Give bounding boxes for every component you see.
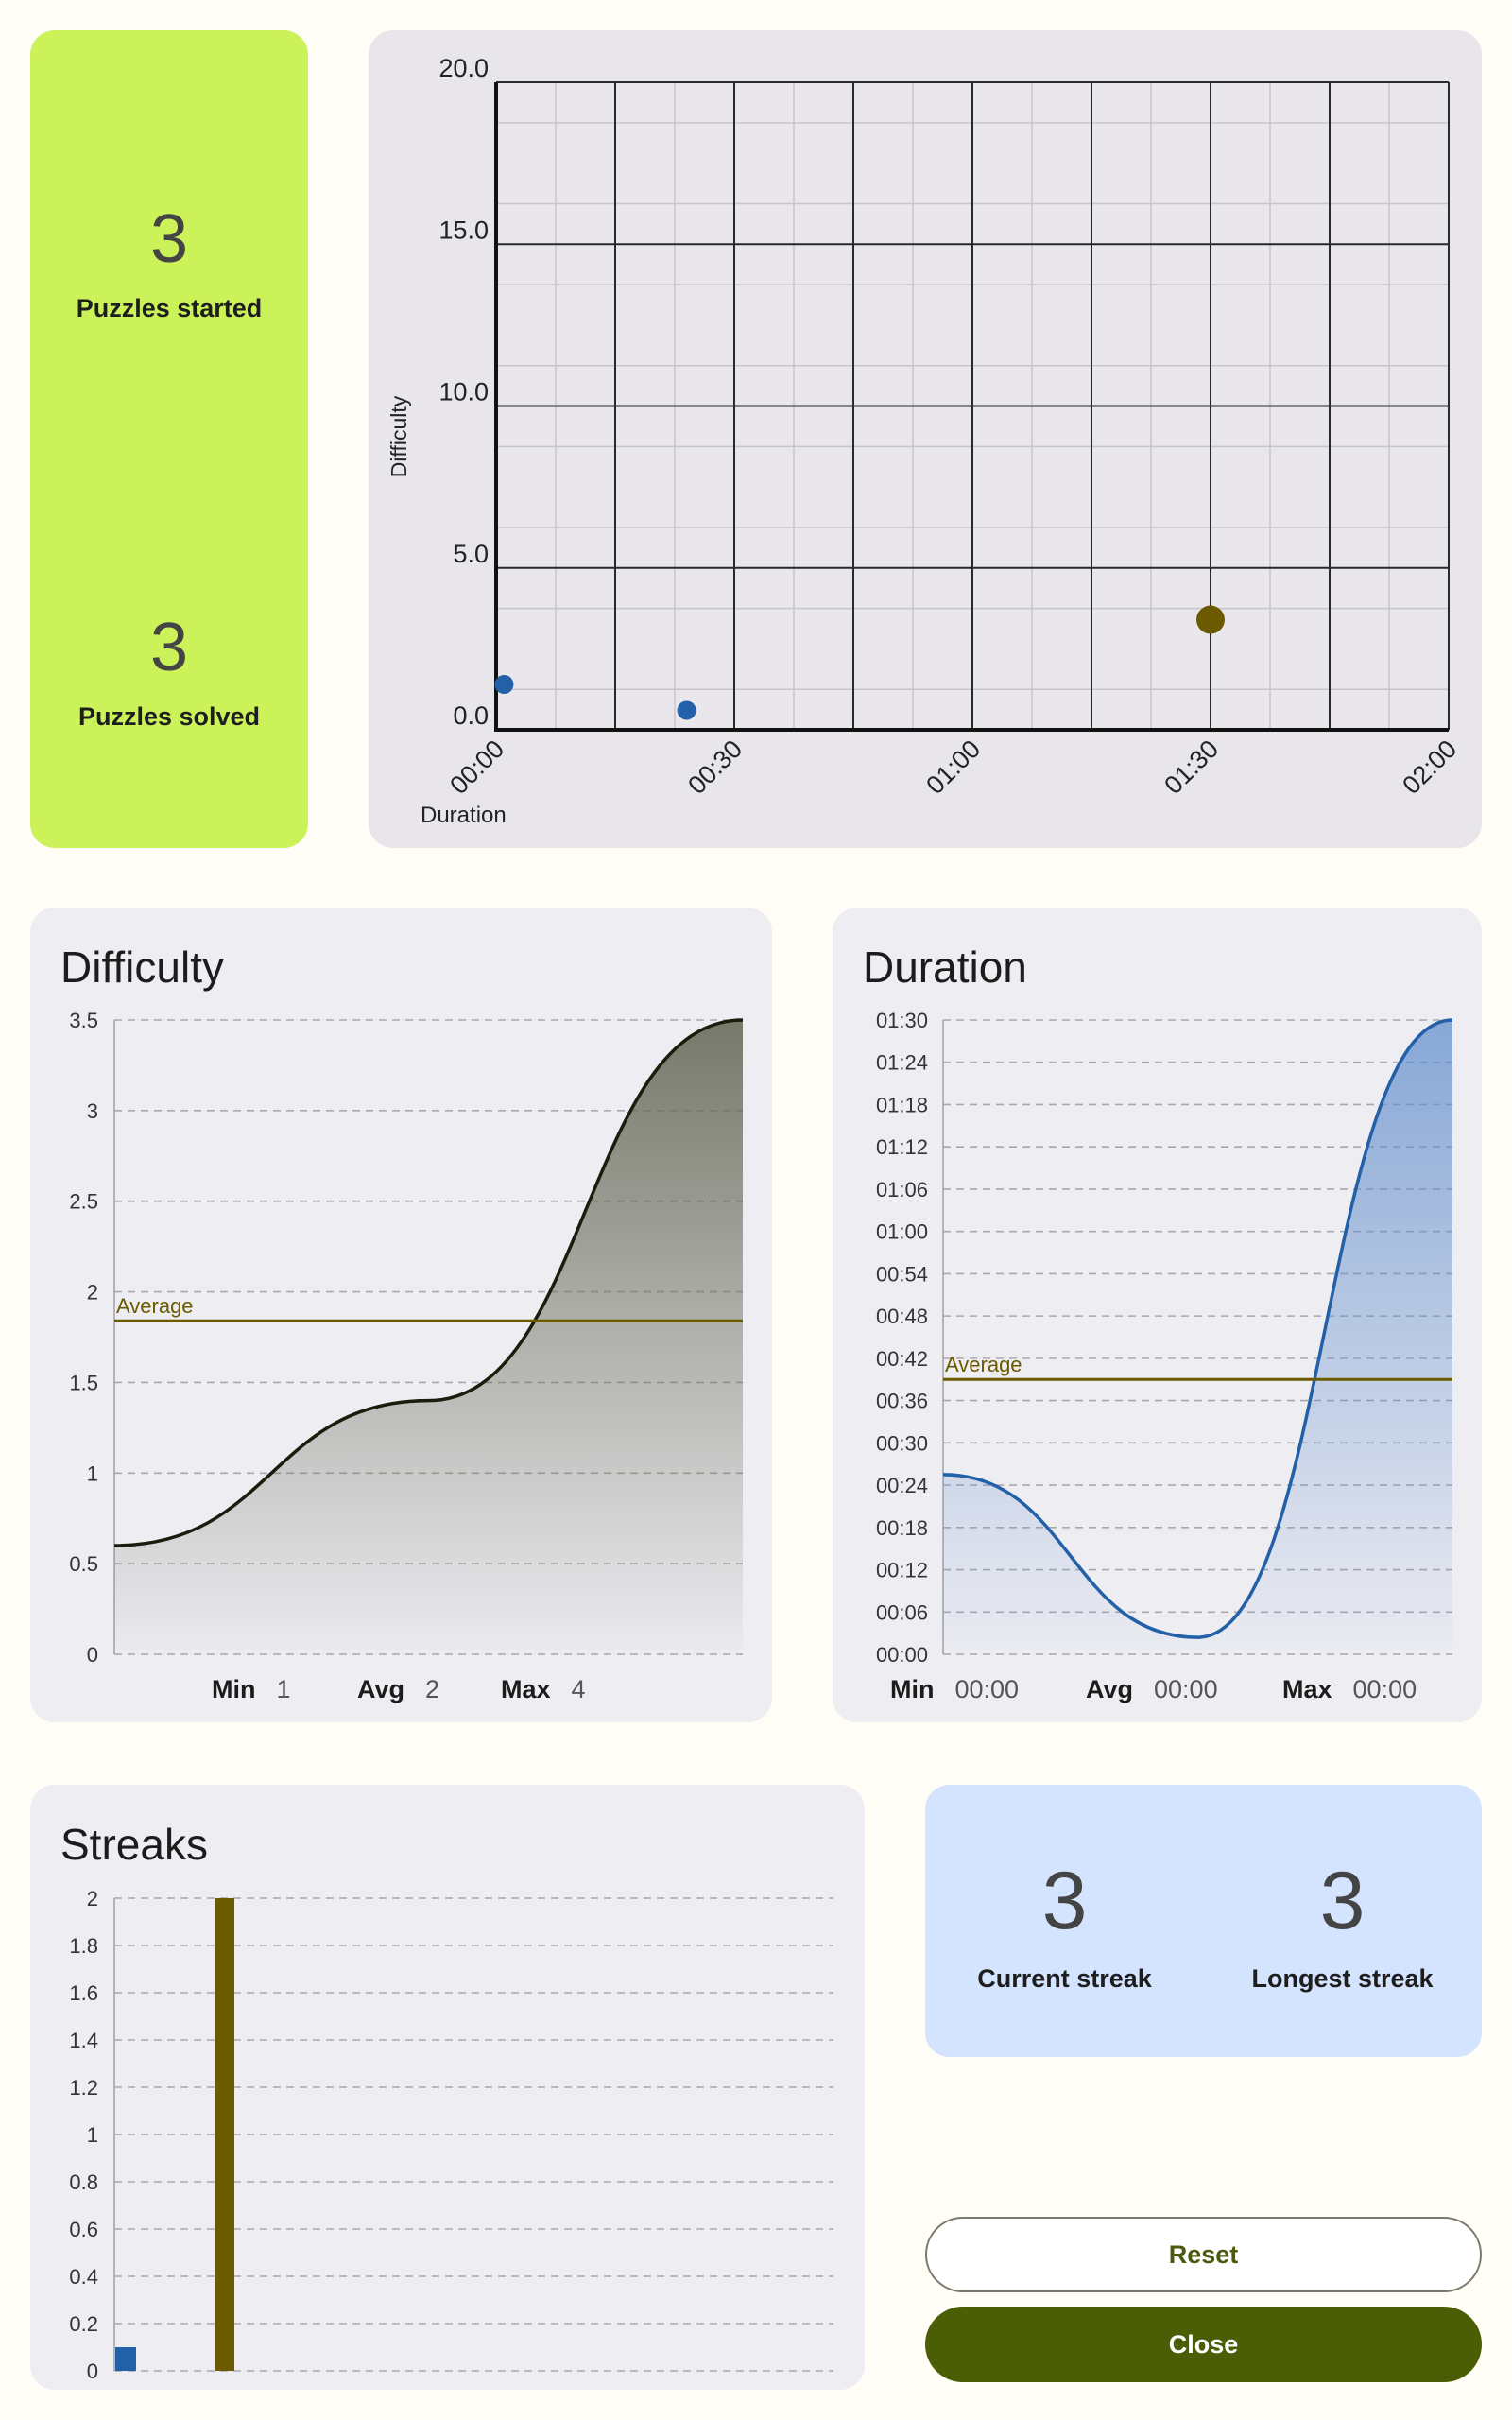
y-tick-label: 2	[87, 1281, 98, 1305]
close-button[interactable]: Close	[925, 2307, 1482, 2382]
x-tick-label: 02:00	[1397, 735, 1462, 800]
y-tick-label: 3	[87, 1099, 98, 1123]
streaks-card: Streaks 0 0.2 0.4 0.6 0.8 1 1.2 1.4 1.6 1.8 2	[30, 1785, 865, 2390]
y-tick-label: 00:54	[876, 1262, 928, 1286]
puzzles-started-value: 3	[149, 201, 189, 277]
duration-avg-value: 00:00	[1154, 1675, 1218, 1703]
y-tick-label: 1	[87, 1461, 98, 1485]
y-tick-label: 15.0	[438, 216, 489, 244]
y-tick-label: 00:18	[876, 1516, 928, 1540]
difficulty-max-value: 4	[571, 1675, 586, 1703]
difficulty-avg-value: 2	[425, 1675, 440, 1703]
y-tick-label: 0.8	[69, 2170, 98, 2194]
puzzles-started-stat: 3 Puzzles started	[30, 205, 308, 323]
puzzles-solved-label: Puzzles solved	[77, 702, 261, 731]
difficulty-stats: Min 1 Avg 2 Max 4	[212, 1675, 586, 1704]
reset-button[interactable]: Reset	[925, 2217, 1482, 2292]
streak-bar	[215, 1898, 234, 2371]
puzzles-started-label: Puzzles started	[76, 294, 263, 322]
y-tick-label: 0.2	[69, 2312, 98, 2336]
y-tick-label: 2	[87, 1887, 98, 1910]
duration-max-label: Max	[1282, 1675, 1332, 1703]
x-tick-label: 00:30	[682, 735, 747, 800]
data-point	[1196, 605, 1225, 634]
y-tick-label: 00:42	[876, 1347, 928, 1371]
difficulty-min-label: Min	[212, 1675, 256, 1703]
current-streak-value: 3	[1041, 1856, 1088, 1946]
longest-streak-value: 3	[1319, 1856, 1366, 1946]
y-tick-label: 00:00	[876, 1643, 928, 1667]
data-point	[677, 700, 696, 720]
current-streak-stat: 3 Current streak	[925, 1860, 1204, 1994]
duration-max-value: 00:00	[1352, 1675, 1418, 1703]
duration-stats: Min 00:00 Avg 00:00 Max 00:00	[890, 1675, 1417, 1704]
y-tick-label: 00:48	[876, 1305, 928, 1328]
longest-streak-stat: 3 Longest streak	[1203, 1860, 1482, 1994]
y-tick-label: 2.5	[69, 1190, 98, 1214]
y-tick-label: 0.0	[453, 701, 489, 730]
y-tick-label: 1	[87, 2123, 98, 2147]
puzzles-solved-stat: 3 Puzzles solved	[30, 614, 308, 732]
y-tick-label: 20.0	[438, 54, 489, 82]
y-tick-label: 00:12	[876, 1559, 928, 1582]
duration-chart: 00:00 00:06 00:12 00:18 00:24 00:30 00:36 00:42…	[876, 1009, 1453, 1667]
y-tick-label: 1.6	[69, 1981, 98, 2005]
y-tick-label: 01:00	[876, 1220, 928, 1244]
y-tick-label: 01:30	[876, 1009, 928, 1032]
y-tick-label: 01:06	[876, 1178, 928, 1201]
y-tick-label: 1.4	[69, 2029, 98, 2052]
y-tick-label: 10.0	[438, 378, 489, 406]
duration-min-label: Min	[890, 1675, 935, 1703]
y-tick-label: 01:24	[876, 1051, 928, 1075]
y-tick-label: 01:12	[876, 1135, 928, 1159]
streaks-chart: 0 0.2 0.4 0.6 0.8 1 1.2 1.4 1.6 1.8 2	[69, 1887, 833, 2383]
duration-card: Duration 00:00 00:06 00:12 00:18 00:24 00:30 0…	[833, 908, 1482, 1722]
difficulty-min-value: 1	[276, 1675, 291, 1703]
y-tick-label: 00:24	[876, 1474, 928, 1497]
x-axis-label: Duration	[421, 803, 507, 828]
y-tick-label: 1.2	[69, 2076, 98, 2100]
x-tick-label: 01:00	[920, 735, 986, 800]
duration-avg-label: Avg	[1086, 1675, 1134, 1703]
puzzle-summary-card: 3 Puzzles started 3 Puzzles solved	[30, 30, 308, 848]
current-streak-label: Current streak	[977, 1964, 1152, 1993]
y-tick-label: 1.5	[69, 1371, 98, 1394]
puzzles-solved-value: 3	[149, 610, 189, 685]
y-axis-label: Difficulty	[387, 395, 411, 477]
streak-stats-card: 3 Current streak 3 Longest streak	[925, 1785, 1482, 2057]
y-tick-label: 00:06	[876, 1600, 928, 1624]
y-tick-label: 00:30	[876, 1431, 928, 1455]
y-tick-label: 0.4	[69, 2265, 98, 2289]
y-tick-label: 0.5	[69, 1552, 98, 1576]
scatter-chart: 0.0 5.0 10.0 15.0 20.0 00:00 00:30 01:00 01:30 02…	[387, 54, 1462, 828]
y-tick-label: 0.6	[69, 2218, 98, 2241]
duration-min-value: 00:00	[954, 1675, 1020, 1703]
difficulty-duration-scatter-card: 0.0 5.0 10.0 15.0 20.0 00:00 00:30 01:00 01:30 02…	[369, 30, 1482, 848]
y-tick-label: 00:36	[876, 1390, 928, 1413]
y-tick-label: 5.0	[453, 540, 489, 568]
y-tick-label: 1.8	[69, 1934, 98, 1958]
x-tick-label: 00:00	[444, 735, 509, 800]
y-tick-label: 0	[87, 1643, 98, 1667]
difficulty-chart: 0 0.5 1 1.5 2 2.5 3 3.5 Average	[69, 1009, 744, 1667]
longest-streak-label: Longest streak	[1251, 1964, 1434, 1993]
difficulty-card: Difficulty 0 0.5 1 1.5 2 2.5 3 3.5 Average Min 1 …	[30, 908, 772, 1722]
x-tick-label: 01:30	[1159, 735, 1224, 800]
area-fill	[114, 1020, 743, 1654]
difficulty-max-label: Max	[501, 1675, 551, 1703]
difficulty-avg-label: Avg	[357, 1675, 405, 1703]
average-label: Average	[945, 1353, 1022, 1376]
y-tick-label: 01:18	[876, 1093, 928, 1116]
y-tick-label: 3.5	[69, 1009, 98, 1032]
y-tick-label: 0	[87, 2360, 98, 2383]
streak-bar	[115, 2347, 136, 2371]
average-label: Average	[116, 1294, 194, 1318]
data-point	[494, 675, 514, 695]
